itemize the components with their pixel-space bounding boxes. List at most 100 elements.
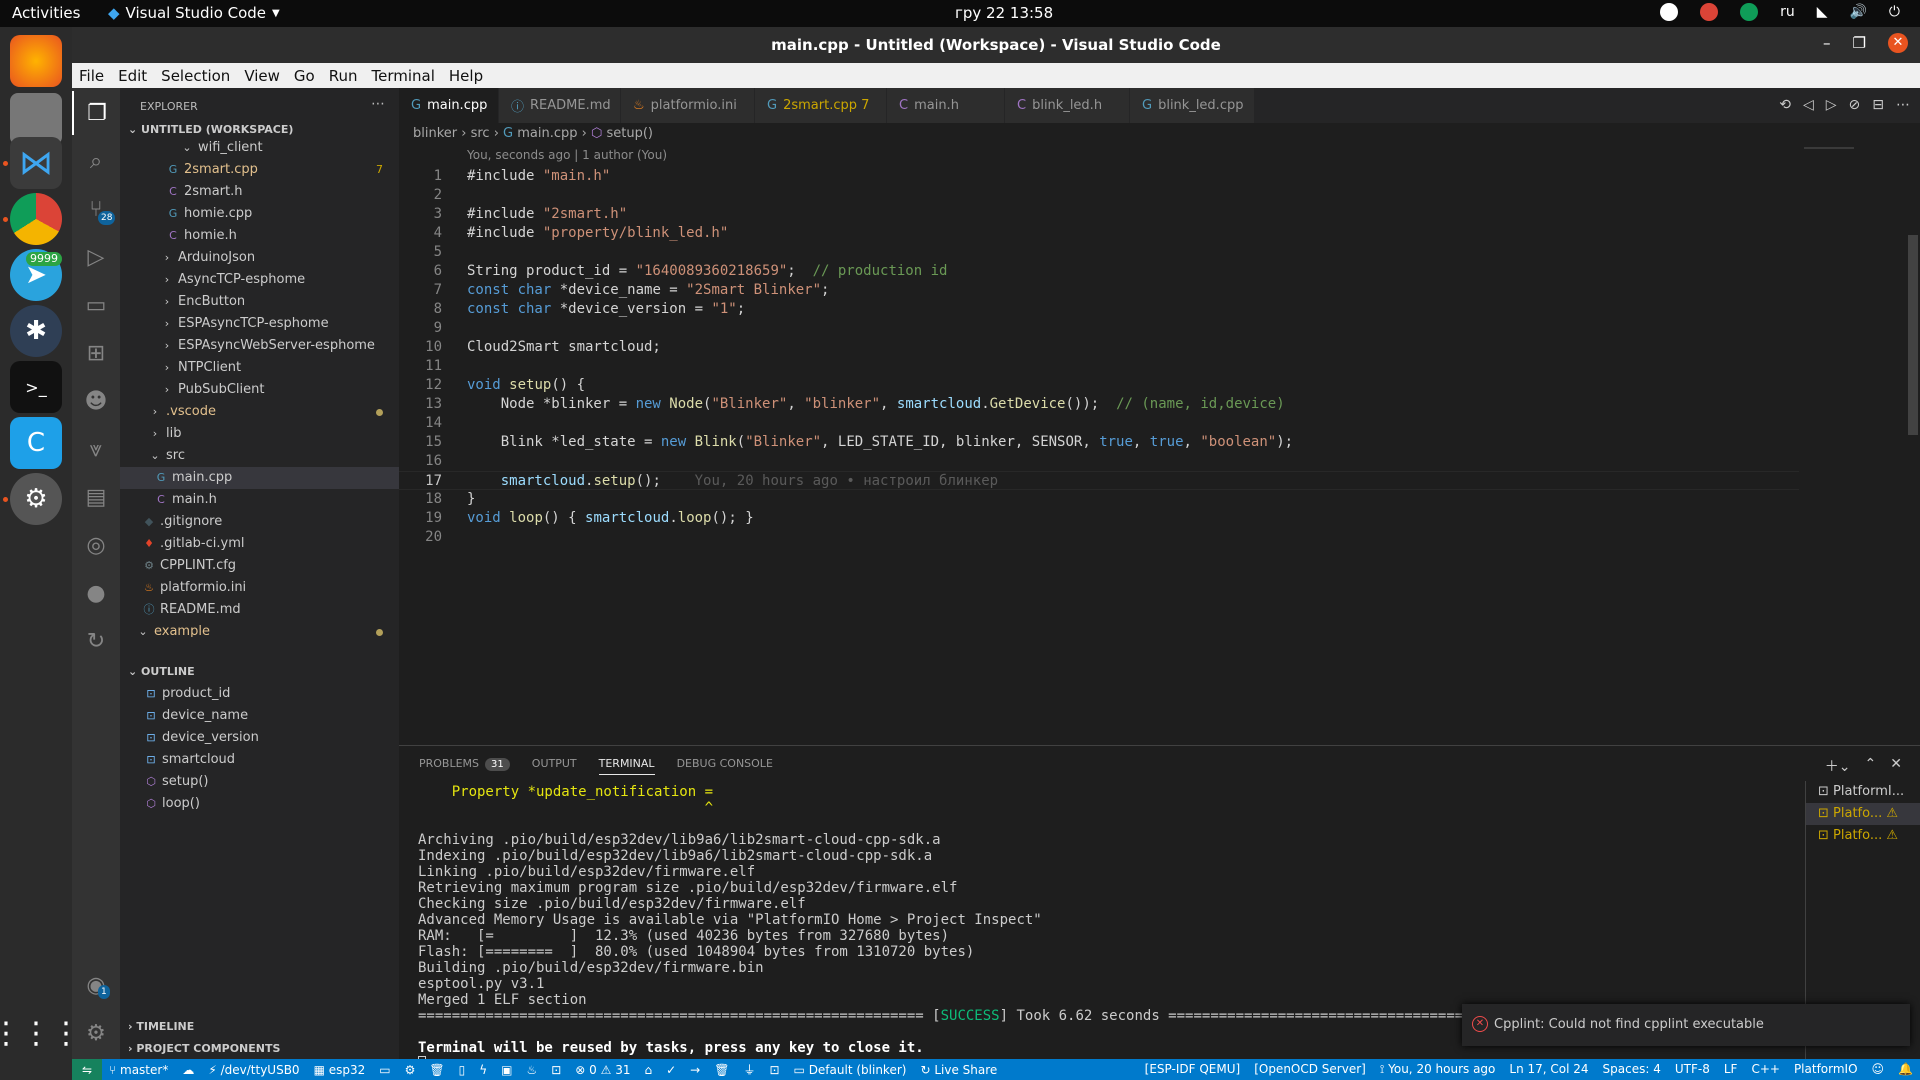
clock[interactable]: гру 22 13:58 [955, 4, 1053, 22]
editor-scrollbar[interactable] [1906, 145, 1920, 545]
minimap[interactable] [1800, 145, 1920, 745]
menu-terminal[interactable]: Terminal [372, 67, 435, 85]
tree-item[interactable]: › ESPAsyncWebServer-esphome [120, 335, 399, 357]
crumb-folder[interactable]: blinker [413, 126, 457, 141]
code-line[interactable]: 9 [399, 319, 1799, 338]
tree-item[interactable]: ⌄ example [120, 621, 399, 637]
app-menu[interactable]: ◆ Visual Studio Code ▼ [108, 4, 280, 22]
espressif-icon[interactable]: ◎ [72, 523, 120, 567]
docker-icon[interactable]: ▤ [72, 475, 120, 519]
git-prev-icon[interactable]: ◁ [1803, 97, 1814, 113]
cursor-position[interactable]: Ln 17, Col 24 [1502, 1062, 1595, 1077]
code-line[interactable]: 3 #include "2smart.h" [399, 205, 1799, 224]
code-line[interactable]: 5 [399, 243, 1799, 262]
clean-icon[interactable]: 🗑 [707, 1063, 736, 1077]
editor-tab[interactable]: Gblink_led.cpp [1130, 88, 1255, 123]
editor-tab[interactable]: Gmain.cpp✕ [399, 88, 512, 123]
menu-edit[interactable]: Edit [118, 67, 147, 85]
code-line[interactable]: 8 const char *device_version = "1"; [399, 300, 1799, 319]
code-line[interactable]: 7 const char *device_name = "2Smart Blink… [399, 281, 1799, 300]
accounts-icon[interactable]: ◉ [72, 963, 120, 1007]
code-line[interactable]: 20 [399, 528, 1799, 547]
editor-tab[interactable]: G 2smart.cpp 7 [755, 88, 887, 123]
tree-item[interactable]: ⌄ wifi_client [120, 137, 399, 159]
tree-item[interactable]: › ESPAsyncTCP-esphome [120, 313, 399, 335]
more-icon[interactable]: ⋯ [1896, 97, 1910, 113]
maximize-panel-icon[interactable]: ⌃ [1865, 756, 1877, 776]
code-line[interactable]: 2 [399, 186, 1799, 205]
wifi-icon[interactable]: ◣ [1817, 4, 1828, 20]
tab-debug-console[interactable]: DEBUG CONSOLE [677, 757, 773, 770]
notification-toast[interactable]: ✕ Cpplint: Could not find cpplint execut… [1462, 1004, 1910, 1046]
timeline-header[interactable]: › TIMELINE [120, 1016, 194, 1038]
tree-item[interactable]: G 2smart.cpp 7 [120, 159, 399, 181]
code-line[interactable]: 1 #include "main.h" [399, 167, 1799, 186]
explorer-icon[interactable]: ❐ [72, 91, 120, 135]
source-control-icon[interactable]: ⑂ [72, 187, 120, 231]
trash-icon[interactable]: 🗑 [422, 1063, 451, 1077]
volume-icon[interactable]: 🔊 [1849, 4, 1866, 20]
power-icon[interactable]: ⏻ [1889, 4, 1900, 20]
editor-tab[interactable]: ♨ platformio.ini [621, 88, 755, 123]
platformio-status[interactable]: PlatformIO [1787, 1062, 1865, 1077]
show-apps-icon[interactable]: ⋮⋮⋮ [0, 1007, 81, 1059]
menu-help[interactable]: Help [449, 67, 483, 85]
remote-explorer-icon[interactable]: ▭ [72, 283, 120, 327]
tree-item[interactable]: › lib [120, 423, 399, 445]
codelens-blame[interactable]: You, seconds ago | 1 author (You) [467, 148, 667, 162]
problems-status[interactable]: ⊗ 0 ⚠ 31 [568, 1063, 637, 1077]
menu-file[interactable]: File [79, 67, 104, 85]
live-share-status[interactable]: ↻ Live Share [913, 1063, 1004, 1077]
cursor-app-icon[interactable]: C [10, 417, 62, 469]
menu-view[interactable]: View [244, 67, 280, 85]
open-changes-icon[interactable]: ⊘ [1849, 97, 1861, 113]
tree-item[interactable]: Ghomie.cpp [120, 203, 399, 225]
tree-item[interactable]: ⌄ src [120, 445, 399, 467]
tab-output[interactable]: OUTPUT [532, 757, 577, 770]
github-icon[interactable]: ● [72, 571, 120, 615]
firefox-icon[interactable] [10, 35, 62, 87]
tree-item[interactable]: › .vscode [120, 401, 399, 423]
live-share-icon[interactable]: ↻ [72, 619, 120, 663]
build-icon[interactable]: ▯ [452, 1063, 473, 1077]
code-line[interactable]: 11 [399, 357, 1799, 376]
more-actions-icon[interactable]: ⋯ [371, 96, 385, 112]
editor-tab[interactable]: ⓘ README.md [499, 88, 621, 123]
settings-icon[interactable]: ⚙ [10, 473, 62, 525]
minimize-icon[interactable]: – [1823, 34, 1831, 52]
split-compare-icon[interactable]: ⟲ [1779, 97, 1791, 113]
language-indicator[interactable]: ru [1780, 4, 1795, 20]
code-line[interactable]: 17 smartcloud.setup(); You, 20 hours ago… [399, 471, 1799, 490]
esp-idf-qemu-status[interactable]: [ESP-IDF QEMU] [1138, 1062, 1248, 1077]
close-icon[interactable]: ✕ [1888, 33, 1908, 53]
chrome-tray-icon-2[interactable] [1740, 3, 1759, 21]
search-icon[interactable]: ⌕ [72, 139, 120, 183]
chrome-icon[interactable] [10, 193, 62, 245]
code-line[interactable]: 16 [399, 452, 1799, 471]
tree-item[interactable]: › AsyncTCP-esphome [120, 269, 399, 291]
check-icon[interactable]: ✓ [659, 1063, 683, 1077]
vscode-dock-icon[interactable]: ⋈ [10, 137, 62, 189]
outline-item[interactable]: ⬡ setup() [120, 771, 399, 793]
code-line[interactable]: 4 #include "property/blink_led.h" [399, 224, 1799, 243]
monitor-icon[interactable]: ▣ [494, 1063, 519, 1077]
code-line[interactable]: 6 String product_id = "1640089360218659";… [399, 262, 1799, 281]
open-folder-icon[interactable]: ▭ [372, 1063, 397, 1077]
terminal-status-icon[interactable]: ⊡ [544, 1063, 568, 1077]
encoding[interactable]: UTF-8 [1668, 1062, 1717, 1077]
terminal-icon[interactable]: >_ [10, 361, 62, 413]
indentation[interactable]: Spaces: 4 [1596, 1062, 1668, 1077]
remote-indicator-icon[interactable]: ⇋ [72, 1059, 102, 1080]
run-debug-icon[interactable]: ▷ [72, 235, 120, 279]
tree-item[interactable]: › ArduinoJson [120, 247, 399, 269]
tree-item[interactable]: ◆ .gitignore [120, 511, 399, 533]
manage-gear-icon[interactable]: ⚙ [72, 1011, 120, 1055]
code-line[interactable]: 19 void loop() { smartcloud.loop(); } [399, 509, 1799, 528]
tree-item[interactable]: ♦ .gitlab-ci.yml [120, 533, 399, 555]
code-line[interactable]: 14 [399, 414, 1799, 433]
target-status[interactable]: ▦ esp32 [307, 1063, 373, 1077]
crumb-file[interactable]: main.cpp [517, 126, 577, 141]
tree-item[interactable]: Gmain.cpp [120, 467, 399, 489]
tree-item[interactable]: Cmain.h [120, 489, 399, 511]
openocd-status[interactable]: [OpenOCD Server] [1247, 1062, 1373, 1077]
